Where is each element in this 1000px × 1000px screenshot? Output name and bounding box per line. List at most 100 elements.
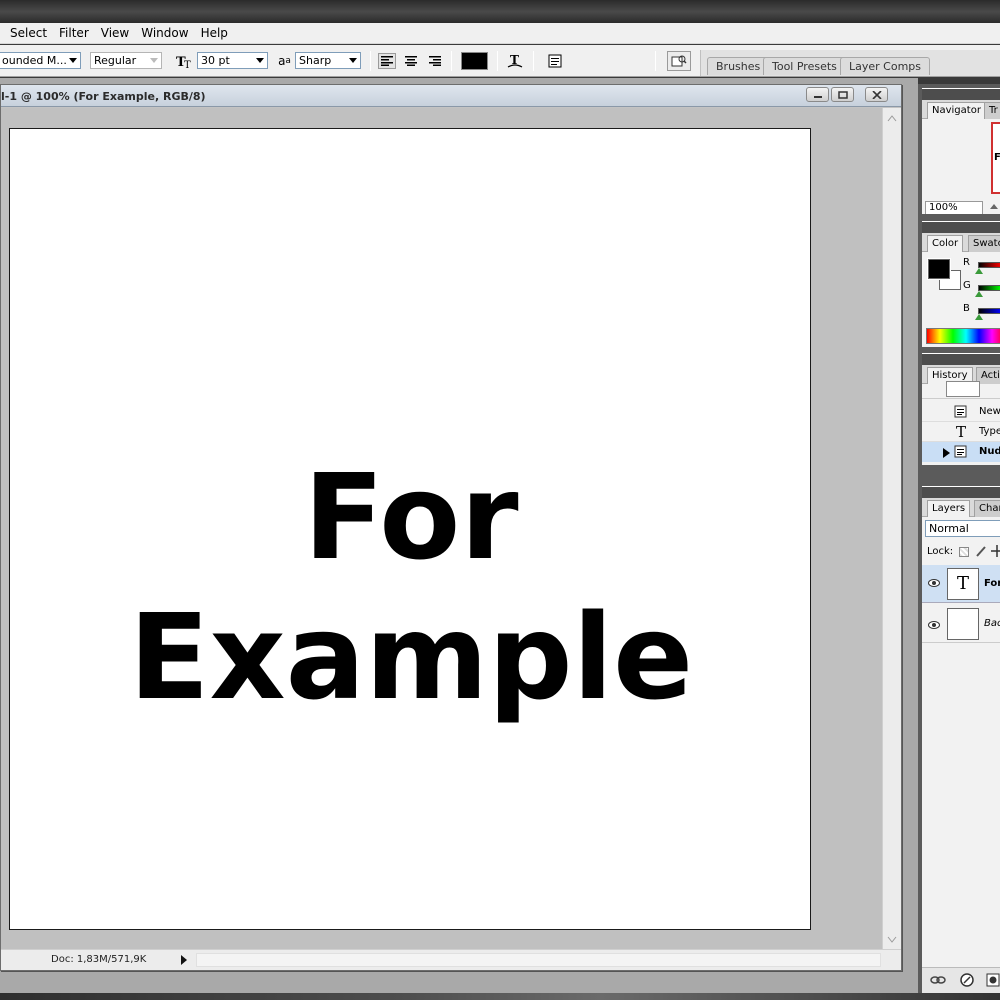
font-style-select[interactable]: Regular [90,52,162,69]
app-titlebar [0,0,1000,23]
history-item-selected[interactable]: Nudg [922,442,1000,462]
navigator-thumbnail[interactable]: Fo [991,122,1000,194]
foreground-color-swatch[interactable] [927,258,951,280]
menu-select[interactable]: Select [0,23,53,43]
layers-panel: Layers Chan Normal Lock: T For Bac [922,486,1000,993]
slider-triangle-icon[interactable] [975,314,983,320]
channel-g-label: G [963,280,971,291]
separator [533,51,534,71]
color-panel: Color Swatc R G B [922,221,1000,347]
navigator-thumb-text: Fo [994,152,1000,163]
type-tool-icon: T [956,423,967,441]
chevron-down-icon [256,58,264,63]
separator [451,51,452,71]
file-browser-icon[interactable] [667,51,691,71]
antialias-icon: aa [276,53,293,69]
panel-grip[interactable] [922,222,1000,233]
antialias-value: Sharp [299,54,332,67]
history-item-label: Nudg [979,446,1000,457]
tab-brushes[interactable]: Brushes [707,57,770,75]
warp-text-icon[interactable]: T [505,52,525,70]
vertical-scrollbar[interactable] [882,108,901,950]
document-titlebar[interactable]: l-1 @ 100% (For Example, RGB/8) [1,85,901,107]
taskbar-strip [0,993,1000,1000]
horizontal-scrollbar[interactable] [196,953,881,967]
history-snapshot-row[interactable] [922,381,1000,399]
slider-triangle-icon[interactable] [975,291,983,297]
history-state-icon [954,445,968,459]
history-item[interactable]: New [922,402,1000,422]
layer-name[interactable]: Bac [984,618,1000,629]
layer-row[interactable]: Bac [922,605,1000,643]
tab-tool-presets[interactable]: Tool Presets [763,57,846,75]
history-item-label: Type [979,426,1000,437]
add-mask-icon[interactable] [986,973,1000,987]
history-item[interactable]: T Type [922,422,1000,442]
palette-well: Brushes Tool Presets Layer Comps [700,50,1000,76]
tab-color[interactable]: Color [927,235,964,252]
scroll-down-icon [887,936,897,943]
lock-brush-icon[interactable] [975,545,987,557]
font-size-value: 30 pt [201,54,230,67]
antialias-icon-glyph-a-small: a [285,56,291,66]
status-menu-arrow-icon[interactable] [181,955,187,965]
font-size-select[interactable]: 30 pt [197,52,268,69]
menu-view[interactable]: View [95,23,135,43]
font-family-value: ounded M... [2,54,67,67]
color-tabs: Color Swatc [922,233,1000,252]
visibility-eye-icon[interactable] [928,579,940,590]
menu-help[interactable]: Help [195,23,234,43]
maximize-button[interactable] [831,87,854,102]
tab-swatches[interactable]: Swatc [968,235,1000,252]
layers-tabs: Layers Chan [922,498,1000,517]
document-window: l-1 @ 100% (For Example, RGB/8) For Exam… [0,84,902,971]
antialias-select[interactable]: Sharp [295,52,361,69]
layer-style-icon[interactable] [960,973,974,987]
channel-b-label: B [963,303,970,314]
menu-window[interactable]: Window [135,23,194,43]
separator [655,51,656,71]
tab-channels[interactable]: Chan [974,500,1000,517]
align-left-icon[interactable] [378,53,396,69]
layer-row-selected[interactable]: T For [922,565,1000,603]
minimize-button[interactable] [806,87,829,102]
lock-transparency-icon[interactable] [959,547,969,557]
blend-mode-value: Normal [929,522,969,535]
lock-label: Lock: [927,546,954,557]
blend-mode-select[interactable]: Normal [925,520,1000,537]
navigator-zoom-field[interactable]: 100% [925,201,983,214]
layer-name[interactable]: For [984,578,1000,589]
tab-layer-comps[interactable]: Layer Comps [840,57,931,75]
tab-layers[interactable]: Layers [927,500,971,517]
tab-info[interactable]: Tr [984,102,1000,119]
panel-grip[interactable] [922,354,1000,365]
lock-move-icon[interactable] [991,545,1000,557]
font-style-value: Regular [94,54,137,67]
zoom-out-icon[interactable] [990,204,998,209]
font-family-select[interactable]: ounded M... [0,52,81,69]
visibility-eye-icon[interactable] [928,619,940,632]
minimize-icon [813,95,822,98]
history-brush-source-icon[interactable] [943,448,950,458]
svg-text:T: T [184,60,191,69]
channel-r-label: R [963,257,970,268]
menu-filter[interactable]: Filter [53,23,95,43]
document-canvas[interactable]: For Example [9,128,811,930]
character-palette-icon[interactable] [545,52,565,70]
panel-grip[interactable] [922,89,1000,100]
tab-navigator[interactable]: Navigator [927,102,986,119]
align-center-icon[interactable] [402,53,420,69]
panel-grip[interactable] [922,487,1000,498]
menu-bar: Select Filter View Window Help [0,23,1000,44]
close-button[interactable] [865,87,888,102]
slider-triangle-icon[interactable] [975,268,983,274]
chevron-down-icon [349,58,357,63]
link-layers-icon[interactable] [930,974,946,986]
color-spectrum-bar[interactable] [926,328,1000,344]
align-right-icon[interactable] [426,53,444,69]
text-color-swatch[interactable] [461,52,488,70]
doc-size-status[interactable]: Doc: 1,83M/571,9K [51,954,146,965]
document-title: l-1 @ 100% (For Example, RGB/8) [1,90,206,103]
canvas-text-layer[interactable]: For Example [10,447,812,727]
separator [497,51,498,71]
